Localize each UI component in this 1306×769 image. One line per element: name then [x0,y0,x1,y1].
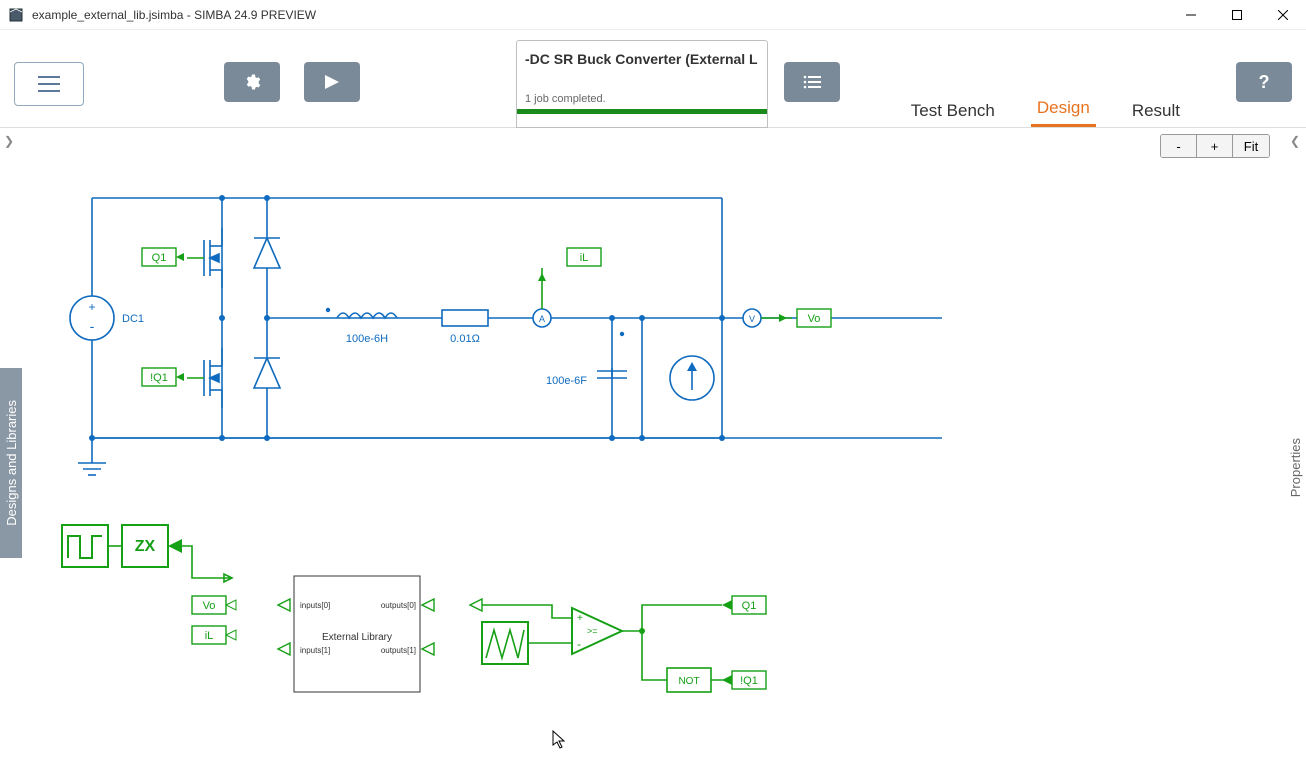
svg-text:NOT: NOT [678,676,699,687]
app-icon [8,7,24,23]
window-title: example_external_lib.jsimba - SIMBA 24.9… [32,8,1168,22]
main-toolbar: -DC SR Buck Converter (External L 1 job … [0,30,1306,128]
svg-text:inputs[1]: inputs[1] [300,646,330,655]
svg-text:+: + [577,613,583,624]
vo-input-label[interactable]: Vo [192,596,236,614]
tab-test-bench[interactable]: Test Bench [905,97,1001,127]
svg-text:outputs[0]: outputs[0] [381,601,416,610]
expand-left-icon[interactable]: ❯ [4,134,14,148]
svg-text:Q1: Q1 [742,600,757,612]
svg-text:iL: iL [580,252,589,264]
document-title: -DC SR Buck Converter (External L [517,41,767,71]
close-button[interactable] [1260,0,1306,30]
schematic-canvas[interactable]: + - DC1 Q1 [22,128,1284,769]
designs-libraries-panel-tab[interactable]: Designs and Libraries [0,368,22,558]
mosfet-q1[interactable] [187,228,222,288]
il-input-label[interactable]: iL [192,626,236,644]
pulse-block[interactable] [62,525,108,567]
svg-text:!Q1: !Q1 [740,675,758,687]
document-tab[interactable]: -DC SR Buck Converter (External L 1 job … [516,40,768,128]
svg-text:!Q1: !Q1 [150,372,168,384]
svg-text:iL: iL [205,630,214,642]
tab-result[interactable]: Result [1126,97,1186,127]
q1-output-label[interactable]: Q1 [722,596,766,614]
svg-text:A: A [539,314,545,324]
dc-source[interactable]: + - DC1 [70,296,144,340]
progress-bar [517,109,767,114]
svg-text:>=: >= [587,626,598,636]
comparator-block[interactable]: >= + - [572,608,622,654]
nq1-label[interactable]: !Q1 [142,368,184,386]
svg-text:100e-6F: 100e-6F [546,375,587,387]
help-button[interactable]: ? [1236,62,1292,102]
svg-text:V: V [749,314,755,324]
canvas-area[interactable]: ❯ Designs and Libraries ❮ Properties - +… [0,128,1306,769]
capacitor[interactable]: 100e-6F [546,368,627,387]
svg-text:100e-6H: 100e-6H [346,333,388,345]
expand-right-icon[interactable]: ❮ [1290,134,1300,148]
properties-panel-tab[interactable]: Properties [1284,408,1306,528]
svg-text:outputs[1]: outputs[1] [381,646,416,655]
resistor[interactable]: 0.01Ω [442,310,488,345]
ammeter[interactable]: A iL [533,248,601,327]
diode-top[interactable] [254,238,280,268]
maximize-button[interactable] [1214,0,1260,30]
zx-block[interactable]: ZX [122,525,182,567]
job-status: 1 job completed. [517,71,767,107]
svg-text:Vo: Vo [203,600,216,612]
svg-text:+: + [88,300,95,314]
settings-button[interactable] [224,62,280,102]
current-source[interactable] [670,356,714,400]
svg-text:0.01Ω: 0.01Ω [450,333,480,345]
q1-label[interactable]: Q1 [142,248,184,266]
diode-bottom[interactable] [254,358,280,388]
svg-text:Vo: Vo [808,313,821,325]
voltmeter[interactable]: V Vo [743,309,831,327]
list-button[interactable] [784,62,840,102]
menu-button[interactable] [14,62,84,106]
svg-text:-: - [577,637,581,651]
mosfet-nq1[interactable] [187,348,222,408]
svg-text:ZX: ZX [135,538,156,555]
title-bar: example_external_lib.jsimba - SIMBA 24.9… [0,0,1306,30]
svg-text:Q1: Q1 [152,252,167,264]
triangle-wave-block[interactable] [482,622,528,664]
nav-tabs: Test Bench Design Result [905,97,1186,127]
tab-design[interactable]: Design [1031,94,1096,127]
ground-symbol[interactable] [78,463,106,475]
external-library-block[interactable]: External Library inputs[0] inputs[1] out… [278,576,434,692]
nq1-output-label[interactable]: !Q1 [722,671,766,689]
svg-text:External Library: External Library [322,632,392,643]
minimize-button[interactable] [1168,0,1214,30]
svg-text:inputs[0]: inputs[0] [300,601,330,610]
svg-text:DC1: DC1 [122,313,144,325]
run-button[interactable] [304,62,360,102]
svg-text:-: - [90,318,95,334]
